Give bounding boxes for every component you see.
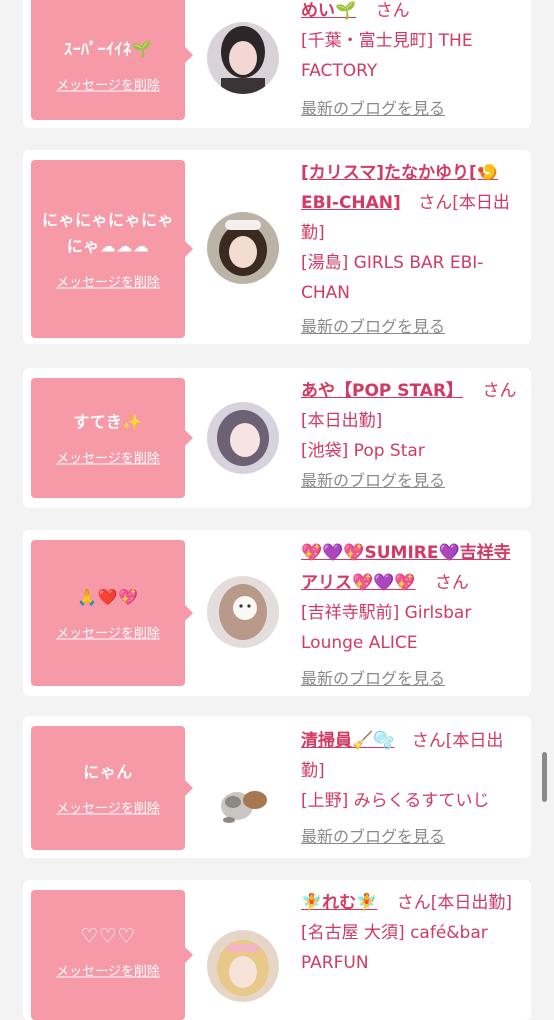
delete-message-link[interactable]: メッセージを削除 [56, 75, 160, 94]
avatar[interactable] [207, 22, 279, 94]
cast-info: 清掃員🧹🫧 さん[本日出勤] [上野] みらくるすていじ 最新のブログを見る [301, 726, 517, 852]
delete-message-link[interactable]: メッセージを削除 [56, 272, 160, 291]
shop-info: [名古屋 大須] café&bar PARFUN [301, 923, 488, 973]
cast-info: 💖💜💖SUMIRE💜吉祥寺アリス💖💜💖 さん [吉祥寺駅前] Girlsbar … [301, 538, 517, 694]
delete-message-link[interactable]: メッセージを削除 [56, 623, 160, 642]
favorite-card-1: ｽｰﾊﾟｰｲｲﾈ🌱 メッセージを削除 めい🌱 さん [千葉・富士見町] THE … [23, 0, 531, 128]
message-text: にゃにゃにゃにゃにゃ☁☁☁ [41, 210, 174, 256]
shop-info: [上野] みらくるすていじ [301, 791, 490, 811]
cast-name-link[interactable]: あや【POP STAR】 [301, 381, 463, 401]
latest-blog-link[interactable]: 最新のブログを見る [301, 466, 445, 496]
delete-message-link[interactable]: メッセージを削除 [56, 798, 160, 817]
message-text: すてき✨ [73, 412, 143, 432]
latest-blog-link[interactable]: 最新のブログを見る [301, 822, 445, 852]
cast-info: [カリスマ]たなかゆり[🍤EBI-CHAN] さん[本日出勤] [湯島] GIR… [301, 158, 517, 342]
latest-blog-link[interactable]: 最新のブログを見る [301, 312, 445, 342]
avatar[interactable] [207, 762, 279, 834]
message-text: ｽｰﾊﾟｰｲｲﾈ🌱 [64, 39, 152, 59]
cast-name-link[interactable]: 清掃員🧹🫧 [301, 731, 394, 751]
avatar[interactable] [207, 576, 279, 648]
cast-info: あや【POP STAR】 さん[本日出勤] [池袋] Pop Star 最新のブ… [301, 376, 517, 496]
avatar[interactable] [207, 212, 279, 284]
message-bubble: にゃにゃにゃにゃにゃ☁☁☁ メッセージを削除 [31, 160, 193, 338]
avatar[interactable] [207, 930, 279, 1002]
favorite-card-3: すてき✨ メッセージを削除 あや【POP STAR】 さん[本日出勤] [池袋]… [23, 368, 531, 508]
cast-info: 🧚れむ🧚 さん[本日出勤] [名古屋 大須] café&bar PARFUN [301, 888, 517, 978]
shop-info: [池袋] Pop Star [301, 441, 425, 461]
delete-message-link[interactable]: メッセージを削除 [56, 961, 160, 980]
latest-blog-link[interactable]: 最新のブログを見る [301, 94, 445, 124]
cast-name-link[interactable]: 💖💜💖SUMIRE💜吉祥寺アリス💖💜💖 [301, 543, 511, 593]
honorific: さん [375, 1, 410, 21]
favorite-card-4: 🙏❤️💖 メッセージを削除 💖💜💖SUMIRE💜吉祥寺アリス💖💜💖 さん [吉祥… [23, 530, 531, 696]
message-text: 🙏❤️💖 [77, 587, 139, 607]
honorific: さん [434, 573, 469, 593]
honorific: さん[本日出勤] [396, 893, 513, 913]
shop-info: [吉祥寺駅前] Girlsbar Lounge ALICE [301, 603, 472, 653]
delete-message-link[interactable]: メッセージを削除 [56, 448, 160, 467]
message-text: にゃん [83, 762, 133, 782]
message-bubble: にゃん メッセージを削除 [31, 726, 193, 850]
favorite-card-2: にゃにゃにゃにゃにゃ☁☁☁ メッセージを削除 [カリスマ]たなかゆり[🍤EBI-… [23, 150, 531, 344]
shop-info: [千葉・富士見町] THE FACTORY [301, 31, 473, 81]
scrollbar[interactable] [542, 752, 547, 802]
message-bubble: 🙏❤️💖 メッセージを削除 [31, 540, 193, 686]
cast-name-link[interactable]: 🧚れむ🧚 [301, 893, 377, 913]
favorite-card-5: にゃん メッセージを削除 清掃員🧹🫧 さん[本日出勤] [上野] みらくるすてい… [23, 716, 531, 858]
avatar[interactable] [207, 402, 279, 474]
cast-name-link[interactable]: めい🌱 [301, 1, 356, 21]
message-bubble: ｽｰﾊﾟｰｲｲﾈ🌱 メッセージを削除 [31, 0, 193, 120]
message-bubble: ♡♡♡ メッセージを削除 [31, 890, 193, 1020]
shop-info: [湯島] GIRLS BAR EBI-CHAN [301, 253, 484, 303]
message-text: ♡♡♡ [80, 923, 136, 948]
cast-info: めい🌱 さん [千葉・富士見町] THE FACTORY 最新のブログを見る [301, 0, 517, 124]
latest-blog-link[interactable]: 最新のブログを見る [301, 664, 445, 694]
favorite-card-6: ♡♡♡ メッセージを削除 🧚れむ🧚 さん[本日出勤] [名古屋 大須] café… [23, 880, 531, 1020]
message-bubble: すてき✨ メッセージを削除 [31, 378, 193, 498]
